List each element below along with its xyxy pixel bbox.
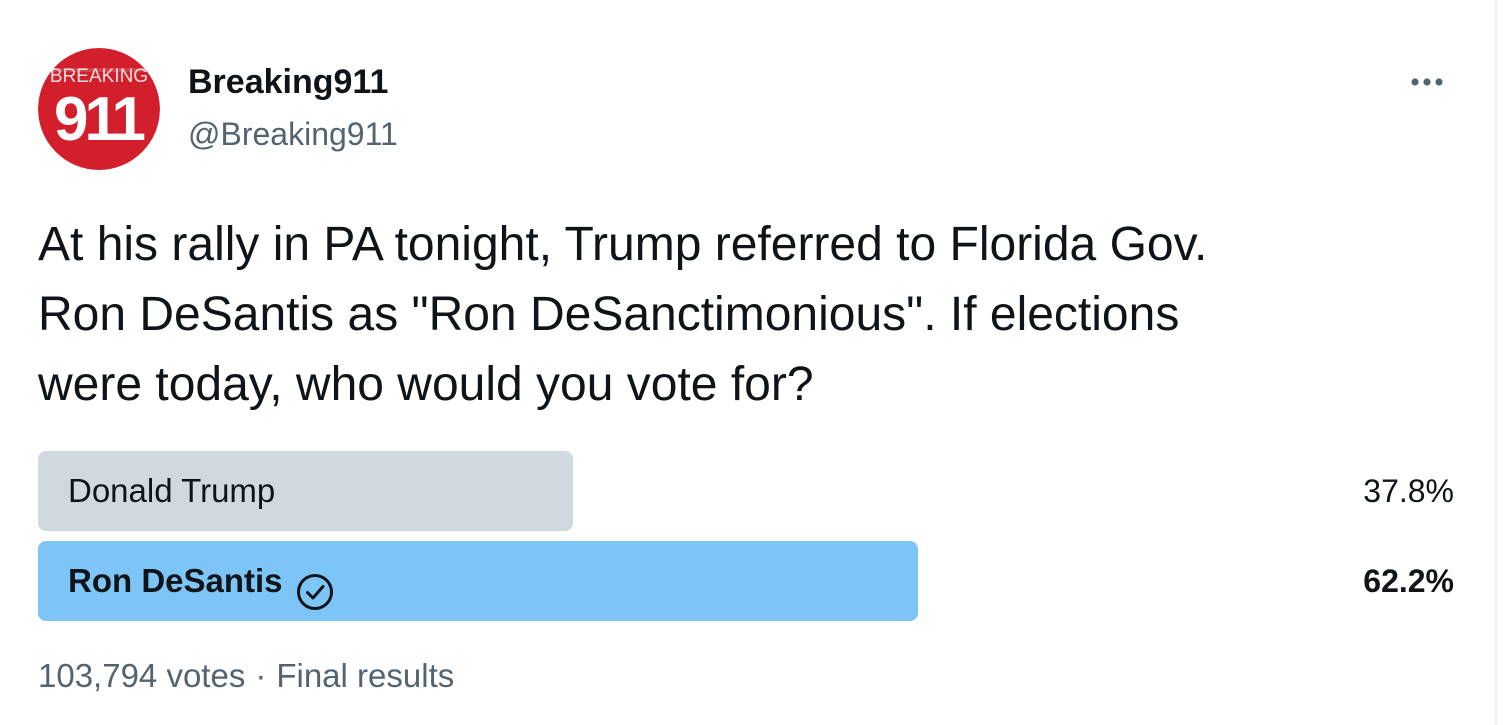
poll-footer: 103,794 votes · Final results xyxy=(38,653,454,699)
poll-option-label: Donald Trump xyxy=(68,472,276,509)
poll: Donald Trump 37.8% Ron DeSantis 62.2% xyxy=(38,451,1454,631)
poll-option-ron-desantis: Ron DeSantis 62.2% xyxy=(38,541,1454,621)
author-display-name[interactable]: Breaking911 xyxy=(188,62,398,102)
avatar-number-text: 911 xyxy=(54,85,145,154)
poll-option-percent: 62.2% xyxy=(1363,563,1454,599)
author-info: Breaking911 @Breaking911 xyxy=(188,62,398,154)
poll-option-label-container: Donald Trump xyxy=(68,451,275,531)
poll-option-percent: 37.8% xyxy=(1363,473,1454,509)
poll-footer-separator: · xyxy=(255,657,267,694)
poll-status: Final results xyxy=(276,657,455,694)
poll-option-label: Ron DeSantis xyxy=(68,562,283,599)
page-edge-divider xyxy=(1495,0,1497,725)
breaking911-logo: BREAKING 911 xyxy=(38,48,160,170)
avatar[interactable]: BREAKING 911 xyxy=(38,48,160,170)
poll-vote-count: 103,794 votes xyxy=(38,657,246,694)
avatar-top-text: BREAKING xyxy=(50,66,148,87)
more-options-button[interactable] xyxy=(1402,62,1452,102)
tweet: BREAKING 911 Breaking911 @Breaking911 At… xyxy=(38,48,1458,694)
poll-option-label-container: Ron DeSantis xyxy=(68,541,335,621)
tweet-text: At his rally in PA tonight, Trump referr… xyxy=(38,218,1208,411)
tweet-header: BREAKING 911 Breaking911 @Breaking911 xyxy=(38,48,1458,170)
check-circle-icon xyxy=(295,561,335,610)
more-horizontal-icon xyxy=(1411,78,1443,86)
poll-option-donald-trump: Donald Trump 37.8% xyxy=(38,451,1454,531)
author-handle[interactable]: @Breaking911 xyxy=(188,114,398,154)
